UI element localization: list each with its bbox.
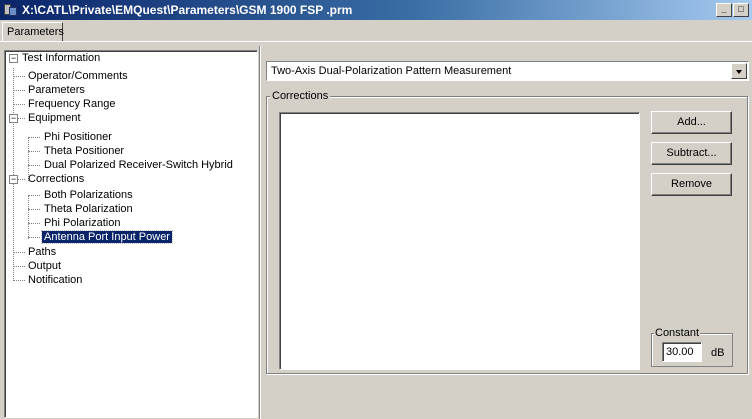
minimize-button[interactable]: _ [716, 3, 732, 17]
chevron-down-icon [736, 70, 742, 74]
tree-item-notification[interactable]: Notification [26, 273, 84, 287]
measurement-type-value: Two-Axis Dual-Polarization Pattern Measu… [271, 65, 512, 77]
tree-item-output[interactable]: Output [26, 259, 63, 273]
tree-item-phi-positioner[interactable]: Phi Positioner [42, 130, 114, 144]
parameter-tree[interactable]: − Test Information Operator/Comments Par… [4, 50, 258, 418]
subtract-button[interactable]: Subtract... [651, 142, 732, 165]
corrections-group-title: Corrections [270, 90, 331, 102]
remove-button[interactable]: Remove [651, 173, 732, 196]
tree-item-both-polarizations[interactable]: Both Polarizations [42, 188, 135, 202]
tree-item-theta-positioner[interactable]: Theta Positioner [42, 144, 126, 158]
tab-parameters[interactable]: Parameters [2, 22, 64, 41]
measurement-type-select[interactable]: Two-Axis Dual-Polarization Pattern Measu… [266, 61, 749, 81]
tree-item-antenna-port-input-power[interactable]: Antenna Port Input Power [41, 230, 173, 244]
add-button[interactable]: Add... [651, 111, 732, 134]
collapse-corrections-icon[interactable]: − [9, 175, 18, 184]
collapse-equipment-icon[interactable]: − [9, 114, 18, 123]
tree-item-parameters[interactable]: Parameters [26, 83, 87, 97]
title-bar: X:\CATL\Private\EMQuest\Parameters\GSM 1… [0, 0, 752, 20]
pane-splitter[interactable] [259, 46, 261, 419]
tree-item-theta-polarization[interactable]: Theta Polarization [42, 202, 135, 216]
constant-group-title: Constant [654, 327, 701, 339]
corrections-list[interactable] [279, 112, 640, 370]
tree-item-test-information[interactable]: Test Information [20, 51, 102, 65]
collapse-test-info-icon[interactable]: − [9, 54, 18, 63]
tab-panel-border [0, 41, 752, 42]
tree-item-receiver-switch-hybrid[interactable]: Dual Polarized Receiver-Switch Hybrid [42, 158, 235, 172]
dropdown-button[interactable] [731, 63, 747, 79]
tree-item-phi-polarization[interactable]: Phi Polarization [42, 216, 122, 230]
app-icon [3, 2, 19, 18]
maximize-button[interactable]: □ [733, 3, 749, 17]
constant-input[interactable]: 30.00 [662, 342, 702, 362]
tree-item-corrections[interactable]: Corrections [26, 172, 86, 186]
tree-item-paths[interactable]: Paths [26, 245, 58, 259]
constant-unit-label: dB [711, 347, 725, 359]
tree-item-frequency-range[interactable]: Frequency Range [26, 97, 117, 111]
window-title: X:\CATL\Private\EMQuest\Parameters\GSM 1… [22, 3, 353, 17]
tree-item-operator-comments[interactable]: Operator/Comments [26, 69, 130, 83]
tree-item-equipment[interactable]: Equipment [26, 111, 83, 125]
